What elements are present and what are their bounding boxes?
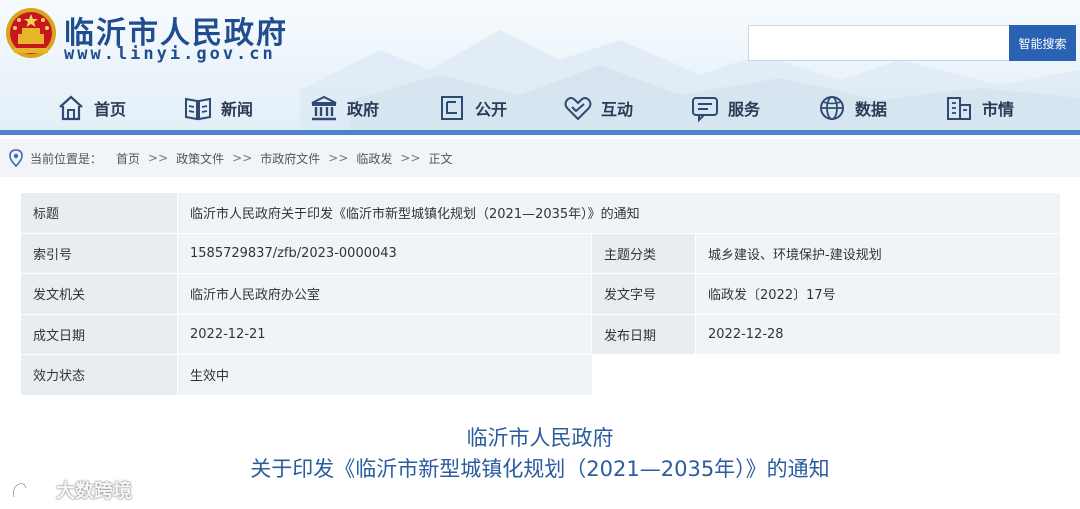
watermark-text: 大数跨境	[56, 480, 133, 502]
published-date-label: 发布日期	[592, 314, 696, 355]
location-pin-icon	[9, 149, 23, 167]
document-title-line1: 临沂市人民政府	[466, 426, 614, 450]
nav-label: 互动	[601, 100, 634, 119]
home-icon	[59, 95, 83, 121]
nav-item-home[interactable]: 首页	[56, 86, 126, 130]
document-title-line2: 关于印发《临沂市新型城镇化规划（2021—2035年）》的通知	[250, 457, 830, 481]
topic-label: 主题分类	[592, 233, 696, 274]
index-label: 索引号	[21, 233, 178, 274]
issuer-value: 临沂市人民政府办公室	[178, 274, 592, 315]
topic-value: 城乡建设、环境保护-建设规划	[696, 233, 1060, 274]
breadcrumb-separator: >>	[400, 151, 421, 165]
watermark-logo-icon	[12, 481, 50, 497]
breadcrumb-separator: >>	[328, 151, 349, 165]
status-value: 生效中	[178, 355, 592, 396]
breadcrumb-separator: >>	[232, 151, 253, 165]
service-chat-icon	[692, 97, 718, 123]
nav-item-disclosure[interactable]: 公开	[437, 86, 507, 130]
city-building-icon	[947, 97, 971, 120]
breadcrumb: 当前位置是： 首页 >> 政策文件 >> 市政府文件 >> 临政发 >> 正文	[0, 139, 1080, 177]
document-info-table: 标题 临沂市人民政府关于印发《临沂市新型城镇化规划（2021—2035年）》的通…	[21, 193, 1060, 396]
table-row: 效力状态 生效中	[21, 355, 1060, 396]
doc-number-label: 发文字号	[592, 274, 696, 315]
status-label: 效力状态	[21, 355, 178, 396]
nav-label: 公开	[475, 100, 508, 119]
issuer-label: 发文机关	[21, 274, 178, 315]
table-row: 标题 临沂市人民政府关于印发《临沂市新型城镇化规划（2021—2035年）》的通…	[21, 193, 1060, 234]
breadcrumb-prefix: 当前位置是：	[30, 151, 103, 166]
created-date-label: 成文日期	[21, 314, 178, 355]
nav-label: 市情	[982, 100, 1015, 119]
table-row: 发文机关 临沂市人民政府办公室 发文字号 临政发〔2022〕17号	[21, 274, 1060, 315]
nav-item-service[interactable]: 服务	[690, 86, 760, 130]
nav-label: 首页	[94, 100, 127, 119]
nav-divider-bar	[0, 130, 1080, 135]
nav-item-city-info[interactable]: 市情	[944, 86, 1014, 130]
document-icon	[441, 96, 463, 120]
watermark: 大数跨境	[10, 476, 132, 503]
breadcrumb-separator: >>	[148, 151, 169, 165]
table-row: 成文日期 2022-12-21 发布日期 2022-12-28	[21, 314, 1060, 355]
nav-item-news[interactable]: 新闻	[183, 86, 253, 130]
main-nav: 首页 新闻 政府 公开 互动 服务 数据 市情	[0, 86, 1080, 130]
breadcrumb-current: 正文	[428, 151, 453, 166]
breadcrumb-link-home[interactable]: 首页	[116, 150, 140, 167]
nav-label: 数据	[855, 100, 888, 119]
index-value: 1585729837/zfb/2023-0000043	[178, 233, 592, 274]
created-date-value: 2022-12-21	[178, 314, 592, 355]
empty-cell	[592, 355, 1060, 396]
site-url: www.linyi.gov.cn	[64, 44, 276, 64]
breadcrumb-link-city-gov-docs[interactable]: 市政府文件	[260, 150, 320, 167]
published-date-value: 2022-12-28	[696, 314, 1060, 355]
nav-label: 政府	[347, 100, 380, 119]
nav-item-data[interactable]: 数据	[817, 86, 887, 130]
doc-number-value: 临政发〔2022〕17号	[696, 274, 1060, 315]
breadcrumb-link-linzhengfa[interactable]: 临政发	[356, 150, 392, 167]
data-globe-icon	[820, 96, 844, 120]
nav-item-interaction[interactable]: 互动	[563, 86, 633, 130]
document-title: 临沂市人民政府 关于印发《临沂市新型城镇化规划（2021—2035年）》的通知	[0, 423, 1080, 485]
news-icon	[185, 97, 211, 121]
government-building-icon	[311, 95, 337, 121]
nav-item-government[interactable]: 政府	[309, 86, 379, 130]
table-row: 索引号 1585729837/zfb/2023-0000043 主题分类 城乡建…	[21, 233, 1060, 274]
smart-search-button[interactable]: 智能搜索	[1009, 25, 1076, 61]
breadcrumb-link-policy-docs[interactable]: 政策文件	[176, 150, 224, 167]
title-value: 临沂市人民政府关于印发《临沂市新型城镇化规划（2021—2035年）》的通知	[178, 193, 1060, 234]
search-input[interactable]	[748, 25, 1010, 61]
site-header: 临沂市人民政府 www.linyi.gov.cn 智能搜索 首页 新闻 政府 公…	[0, 0, 1080, 132]
nav-label: 新闻	[221, 100, 254, 119]
nav-label: 服务	[728, 100, 761, 119]
handshake-icon	[564, 97, 592, 121]
national-emblem-icon	[6, 8, 56, 58]
title-label: 标题	[21, 193, 178, 234]
